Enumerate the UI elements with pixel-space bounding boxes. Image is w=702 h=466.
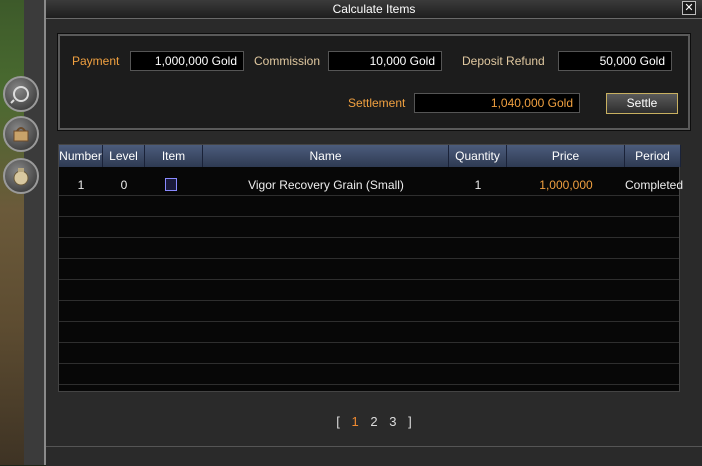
- pager-open-bracket: [: [336, 414, 340, 429]
- table-row[interactable]: [59, 259, 679, 280]
- bag-button[interactable]: [3, 116, 39, 152]
- table-row[interactable]: [59, 238, 679, 259]
- table-row[interactable]: [59, 322, 679, 343]
- magnifier-icon: [10, 86, 29, 104]
- commission-value: 10,000 Gold: [328, 51, 442, 71]
- page-link-3[interactable]: 3: [389, 414, 396, 429]
- settlement-panel: Payment 1,000,000 Gold Commission 10,000…: [57, 33, 691, 131]
- window-title: Calculate Items: [332, 2, 416, 16]
- magnifier-button[interactable]: [3, 76, 39, 112]
- column-header-quantity[interactable]: Quantity: [449, 145, 507, 167]
- calculate-items-window: Calculate Items ✕ Payment 1,000,000 Gold…: [44, 0, 702, 466]
- column-header-name[interactable]: Name: [203, 145, 449, 167]
- grain-item-icon[interactable]: [165, 178, 177, 191]
- money-bag-icon: [13, 168, 29, 186]
- deposit-refund-value: 50,000 Gold: [558, 51, 672, 71]
- cell-price: 1,000,000: [539, 178, 593, 192]
- window-titlebar[interactable]: Calculate Items ✕: [46, 0, 702, 19]
- column-header-item[interactable]: Item: [145, 145, 203, 167]
- items-table: Number Level Item Name Quantity Price Pe…: [58, 144, 684, 392]
- table-row[interactable]: 1 0 Vigor Recovery Grain (Small) 1 1,000…: [59, 175, 684, 196]
- bag-icon: [13, 127, 29, 142]
- cell-number: 1: [77, 178, 85, 192]
- table-row[interactable]: [59, 196, 679, 217]
- cell-name: Vigor Recovery Grain (Small): [248, 178, 404, 192]
- window-footer: [46, 446, 702, 466]
- settlement-label: Settlement: [348, 96, 406, 110]
- close-icon[interactable]: ✕: [682, 1, 696, 15]
- cell-period: Completed: [625, 178, 684, 192]
- payment-label: Payment: [72, 54, 120, 68]
- table-row[interactable]: [59, 280, 679, 301]
- money-bag-button[interactable]: [3, 158, 39, 194]
- pager-close-bracket: ]: [408, 414, 412, 429]
- settlement-value: 1,040,000 Gold: [414, 93, 580, 113]
- page-link-2[interactable]: 2: [370, 414, 377, 429]
- page-link-1[interactable]: 1: [352, 414, 359, 429]
- table-row[interactable]: [59, 364, 679, 385]
- column-header-number[interactable]: Number: [59, 145, 103, 167]
- settle-button[interactable]: Settle: [606, 93, 678, 114]
- cell-quantity: 1: [474, 178, 482, 192]
- table-row[interactable]: [59, 301, 679, 322]
- column-header-level[interactable]: Level: [103, 145, 145, 167]
- deposit-refund-label: Deposit Refund: [462, 54, 545, 68]
- column-header-period[interactable]: Period: [625, 145, 681, 167]
- table-row[interactable]: [59, 343, 679, 364]
- payment-value: 1,000,000 Gold: [130, 51, 244, 71]
- commission-label: Commission: [254, 54, 321, 68]
- column-header-price[interactable]: Price: [507, 145, 625, 167]
- cell-level: 0: [120, 178, 128, 192]
- pagination: [ 1 2 3 ]: [46, 404, 702, 444]
- table-row[interactable]: [59, 217, 679, 238]
